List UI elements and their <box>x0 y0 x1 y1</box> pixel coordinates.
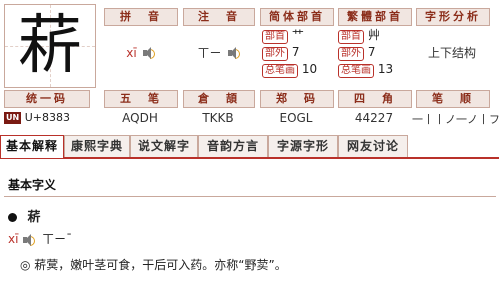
header-sijiao: 四 角 <box>338 90 412 108</box>
tab-bar: 基本解释 康熙字典 说文解字 音韵方言 字源字形 网友讨论 <box>0 135 499 159</box>
entry-pinyin: xī <box>8 232 19 246</box>
tab-kangxi[interactable]: 康熙字典 <box>64 135 130 157</box>
header-pinyin: 拼 音 <box>104 8 178 26</box>
traditional-outside-strokes: 7 <box>367 45 376 59</box>
total-strokes-tag: 总笔画 <box>338 64 374 78</box>
header-traditional-radical: 繁體部首 <box>338 8 412 26</box>
outside-strokes-tag: 部外 <box>262 47 288 61</box>
traditional-radical[interactable]: 艸 <box>368 28 380 42</box>
entry-pronunciation: xī ㄒㄧˉ <box>8 230 72 247</box>
structure-value: 上下结构 <box>427 46 476 60</box>
unicode-icon[interactable]: UN <box>4 112 22 124</box>
pinyin-text: xī <box>126 46 137 60</box>
total-strokes-tag: 总笔画 <box>262 64 298 78</box>
header-zhengma: 郑 码 <box>260 90 334 108</box>
radical-tag: 部首 <box>338 30 364 44</box>
header-stroke-order: 笔 顺 <box>416 90 490 108</box>
character-box: 菥 <box>4 4 96 88</box>
wubi-value: AQDH <box>122 111 158 125</box>
speaker-icon[interactable] <box>22 233 36 246</box>
cangjie-value: TKKB <box>202 111 234 125</box>
simplified-radical-block: 部首 艹 部外 7 总笔画 10 <box>262 27 334 78</box>
tab-phonology[interactable]: 音韵方言 <box>198 135 268 157</box>
zhuyin-cell: ㄒㄧ <box>183 42 253 61</box>
simplified-outside-strokes: 7 <box>291 45 300 59</box>
outside-strokes-tag: 部外 <box>338 47 364 61</box>
traditional-radical-block: 部首 艸 部外 7 总笔画 13 <box>338 27 410 78</box>
entry-heading: 菥 <box>8 206 41 225</box>
divider <box>4 196 496 197</box>
radical-tag: 部首 <box>262 30 288 44</box>
header-structure: 字形分析 <box>416 8 490 26</box>
tab-glyph-origin[interactable]: 字源字形 <box>268 135 338 157</box>
sijiao-value: 44227 <box>354 111 394 125</box>
speaker-icon[interactable] <box>142 46 155 59</box>
entry-zhuyin: ㄒㄧˉ <box>42 232 73 246</box>
header-unicode: 统一码 <box>4 90 90 108</box>
tab-discussion[interactable]: 网友讨论 <box>338 135 408 157</box>
simplified-total-strokes: 10 <box>301 62 318 76</box>
pinyin-cell: xī <box>104 42 176 61</box>
header-cangjie: 倉 頡 <box>183 90 255 108</box>
header-zhuyin: 注 音 <box>183 8 255 26</box>
definition-text: ◎ 菥蓂，嫩叶茎可食，干后可入药。亦称“野荬”。 <box>20 258 287 272</box>
traditional-total-strokes: 13 <box>377 62 394 76</box>
zhengma-value: EOGL <box>279 111 313 125</box>
speaker-icon[interactable] <box>227 46 240 59</box>
main-character: 菥 <box>18 9 82 83</box>
stroke-order-value: 一丨丨ノ一ノ丨フ丨 <box>412 113 499 126</box>
entry-character: 菥 <box>27 210 41 225</box>
tab-shuowen[interactable]: 说文解字 <box>130 135 198 157</box>
unicode-cell: UN U+8383 <box>4 111 96 125</box>
section-title: 基本字义 <box>8 178 57 192</box>
header-wubi: 五 笔 <box>104 90 178 108</box>
header-simplified-radical: 简体部首 <box>260 8 334 26</box>
bullet-icon <box>8 213 17 222</box>
unicode-value: U+8383 <box>24 111 70 124</box>
zhuyin-text: ㄒㄧ <box>197 46 222 60</box>
simplified-radical[interactable]: 艹 <box>292 28 304 42</box>
tab-basic-explanation[interactable]: 基本解释 <box>0 135 64 158</box>
